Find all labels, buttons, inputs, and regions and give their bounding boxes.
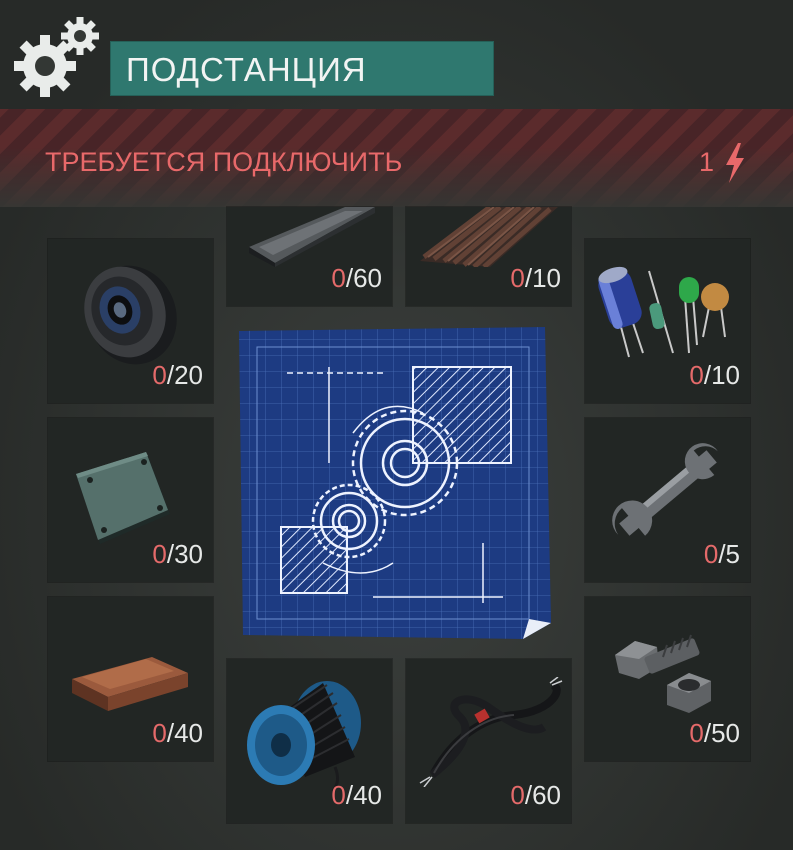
power-required-count: 1 [699, 147, 715, 177]
copper-ingot-icon [72, 657, 188, 711]
bolt-nut-icon [615, 634, 711, 713]
pulley-icon [84, 265, 177, 365]
quantity-label: 0/40 [331, 780, 382, 810]
requirement-banner: ТРЕБУЕТСЯ ПОДКЛЮЧИТЬ 1 [0, 109, 793, 207]
material-slot-pulley[interactable]: 0/20 [48, 239, 213, 403]
quantity-label: 0/10 [510, 263, 561, 293]
material-slot-wire-spool[interactable]: 0/40 [227, 659, 392, 823]
title-box: ПОДСТАНЦИЯ [110, 41, 494, 96]
quantity-label: 0/60 [510, 780, 561, 810]
page-title: ПОДСТАНЦИЯ [126, 51, 367, 88]
quantity-label: 0/50 [689, 718, 740, 748]
cable-icon [419, 677, 563, 787]
header: ПОДСТАНЦИЯ [0, 0, 793, 108]
corrugated-slate-icon [420, 207, 558, 267]
lightning-bolt-icon [726, 143, 744, 183]
quantity-label: 0/5 [703, 539, 740, 569]
material-slot-cable[interactable]: 0/60 [406, 659, 571, 823]
quantity-label: 0/10 [689, 360, 740, 390]
metal-plate-icon [76, 452, 170, 544]
material-slot-slate[interactable]: 0/10 [406, 207, 571, 306]
material-slot-electronics[interactable]: 0/10 [585, 239, 750, 403]
metal-bar-icon [249, 207, 375, 267]
material-slot-bolts[interactable]: 0/50 [585, 597, 750, 761]
wire-spool-icon [247, 681, 361, 792]
gears-icon [14, 17, 99, 97]
quantity-label: 0/20 [152, 360, 203, 390]
material-slot-wrench[interactable]: 0/5 [585, 418, 750, 582]
material-slot-copper-ingot[interactable]: 0/40 [48, 597, 213, 761]
material-slot-metal-bar[interactable]: 0/60 [227, 207, 392, 306]
requirement-label: ТРЕБУЕТСЯ ПОДКЛЮЧИТЬ [45, 147, 403, 177]
quantity-label: 0/40 [152, 718, 203, 748]
material-slot-metal-plate[interactable]: 0/30 [48, 418, 213, 582]
capacitors-icon [598, 266, 729, 358]
quantity-label: 0/60 [331, 263, 382, 293]
blueprint-gears-icon [239, 327, 551, 639]
quantity-label: 0/30 [152, 539, 203, 569]
